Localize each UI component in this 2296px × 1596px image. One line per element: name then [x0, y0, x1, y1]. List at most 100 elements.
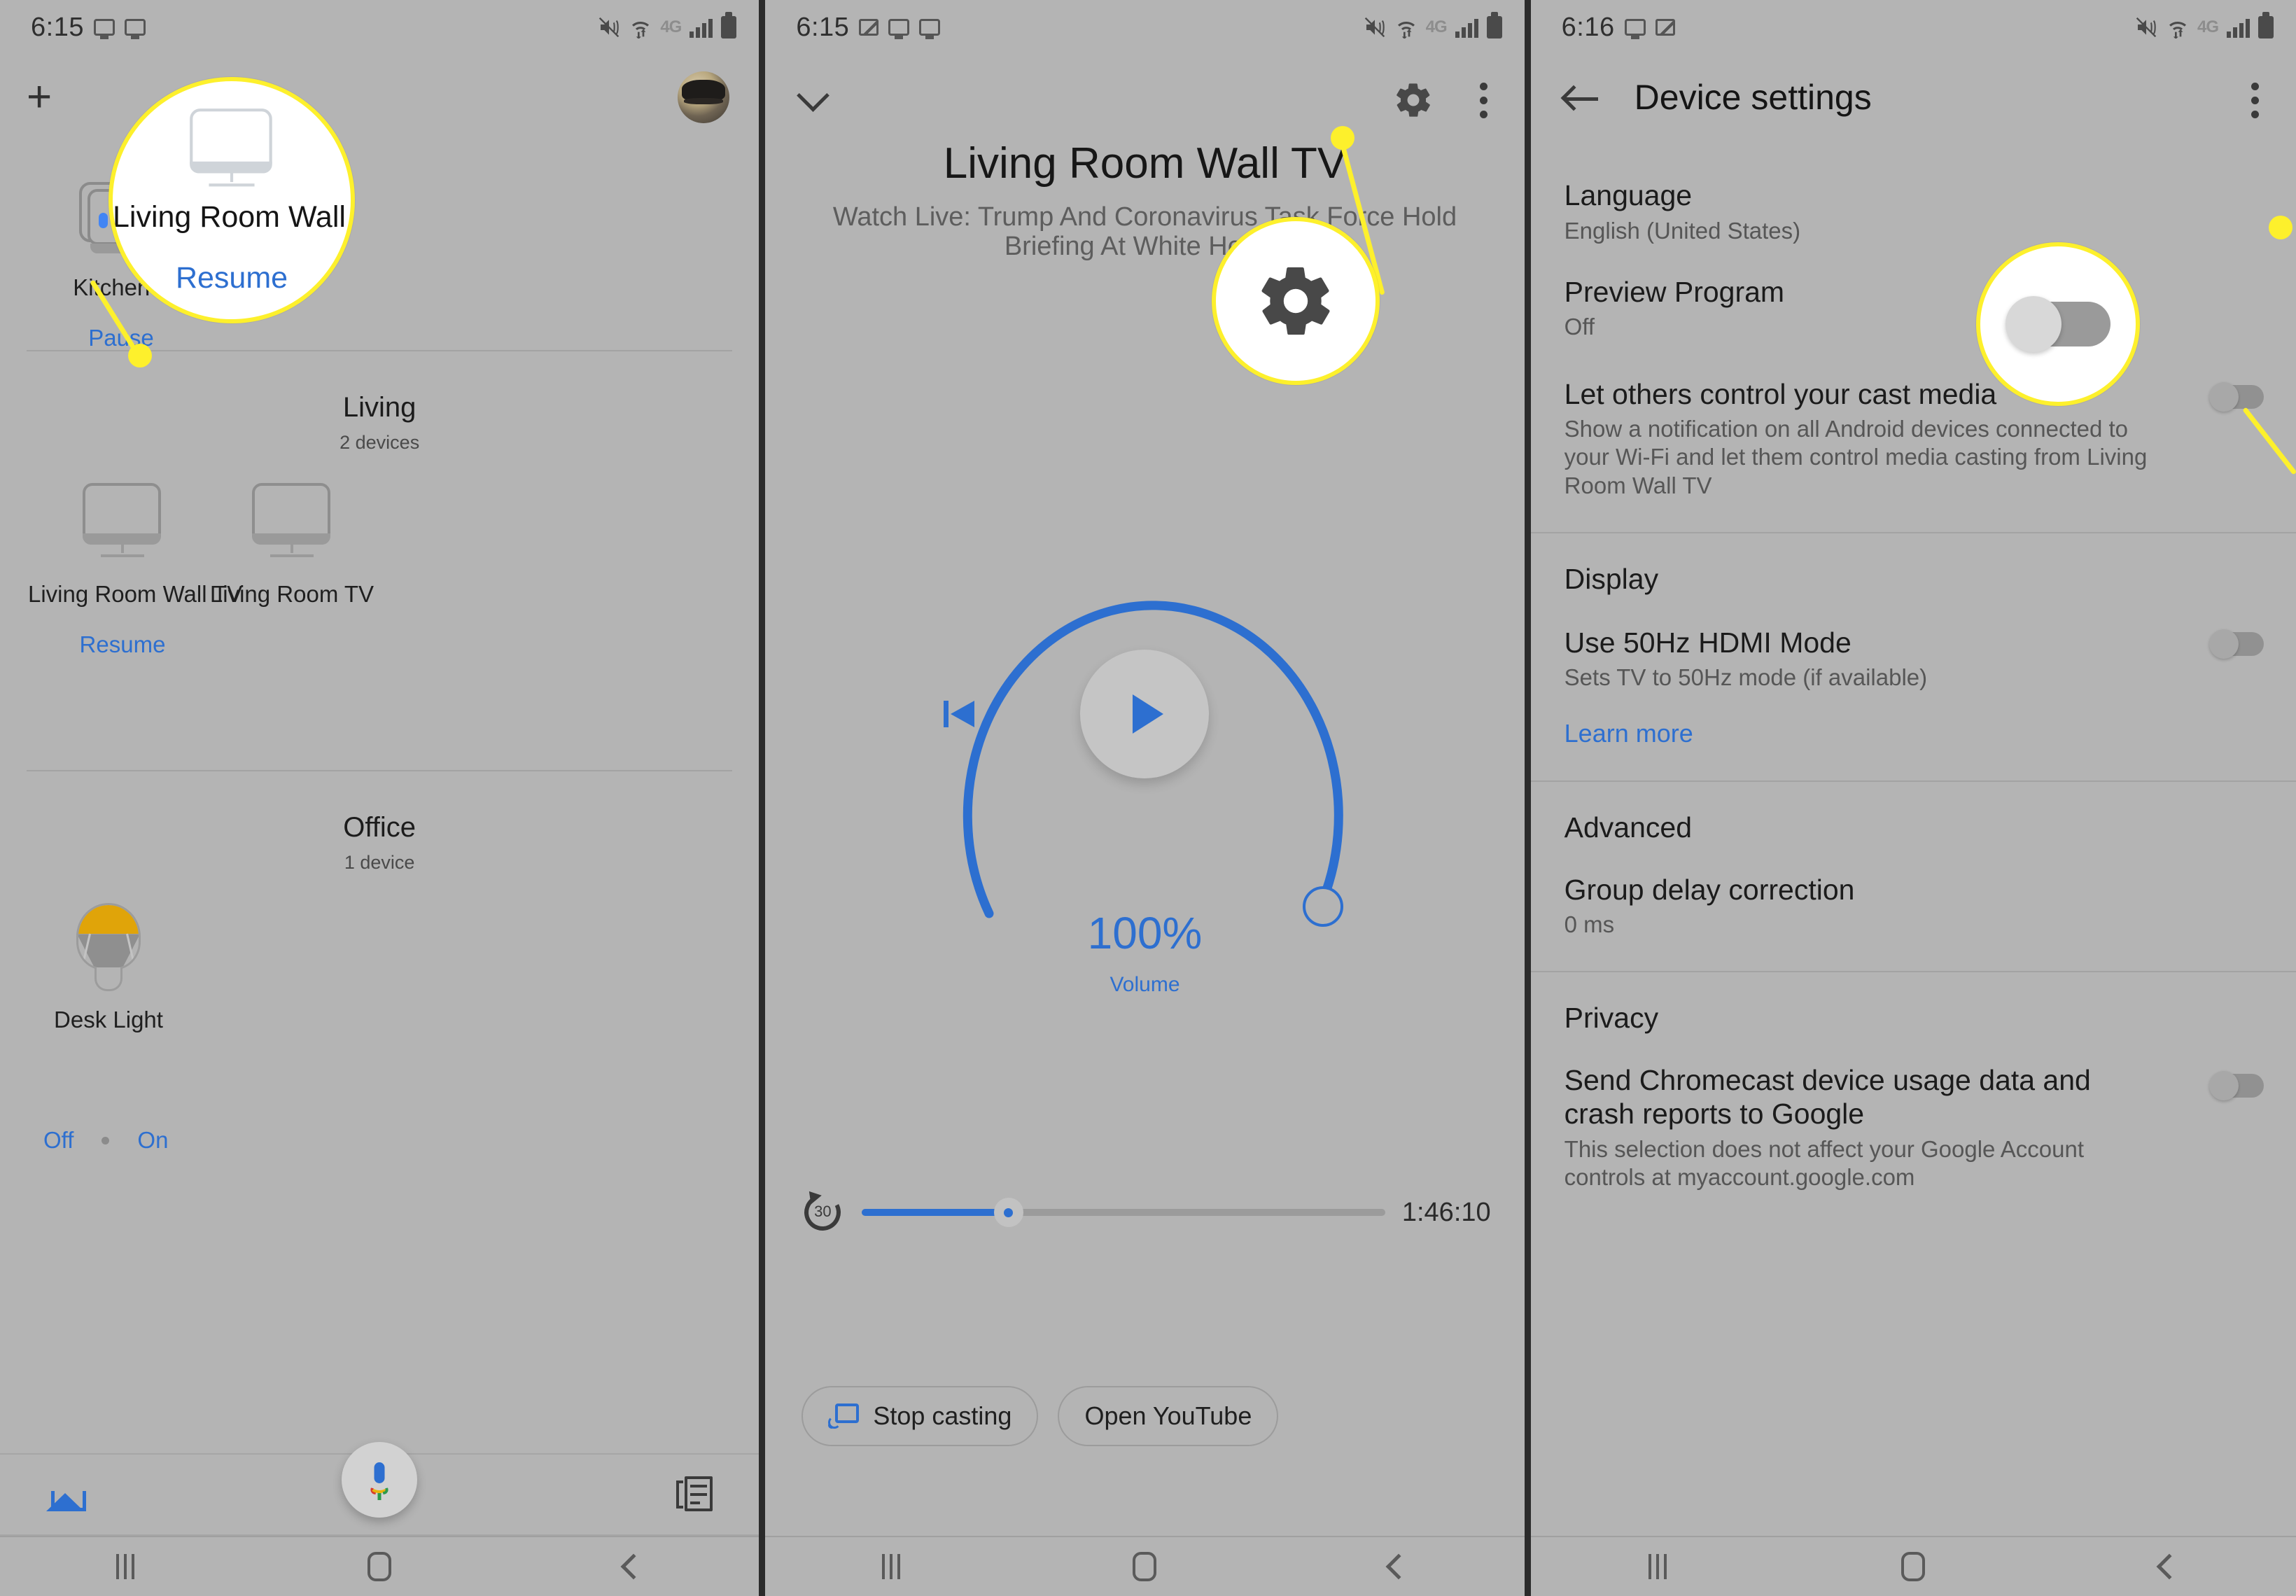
setting-value: English (United States) [1564, 217, 1801, 244]
open-youtube-button[interactable]: Open YouTube [1058, 1386, 1279, 1446]
device-card-desk-light[interactable]: Desk Light [28, 903, 189, 1033]
page-title: Device settings [1634, 78, 1872, 117]
back-button[interactable] [2156, 1553, 2183, 1580]
seek-thumb[interactable] [993, 1198, 1023, 1227]
recents-button[interactable] [881, 1554, 900, 1579]
section-header-advanced: Advanced [1564, 811, 1693, 844]
network-type-label: 4G [660, 18, 682, 36]
setting-row-send-usage-data[interactable]: Send Chromecast device usage data and cr… [1531, 1035, 2296, 1191]
settings-section-display: Display Use 50Hz HDMI Mode Sets TV to 50… [1531, 533, 2296, 780]
avatar[interactable] [678, 71, 730, 123]
vibrate-off-icon [599, 17, 620, 38]
toggle-50hz-hdmi[interactable] [2208, 629, 2264, 659]
device-label: Living Room Wall TV [28, 581, 243, 607]
group-subtitle: 1 device [344, 852, 415, 873]
callout-bubble-toggle [1975, 242, 2140, 406]
home-button[interactable] [1133, 1552, 1157, 1581]
home-button[interactable] [1901, 1552, 1926, 1581]
toggle-send-usage-data[interactable] [2208, 1071, 2264, 1101]
cast-device-title: Living Room Wall TV [943, 139, 1347, 188]
light-state-dot [102, 1136, 110, 1144]
volume-label: Volume [1110, 973, 1180, 996]
toggle-let-others-control[interactable] [2208, 382, 2264, 412]
recents-button[interactable] [1648, 1554, 1667, 1579]
setting-value: 0 ms [1564, 911, 1615, 938]
device-label: Desk Light [54, 1007, 163, 1032]
feed-icon[interactable] [676, 1476, 713, 1513]
light-on-button[interactable]: On [137, 1127, 168, 1154]
back-button[interactable] [1385, 1553, 1412, 1580]
recents-button[interactable] [116, 1554, 135, 1579]
battery-icon [2258, 16, 2274, 38]
vibrate-off-icon [2136, 17, 2157, 38]
settings-section-general: Language English (United States) Preview… [1531, 175, 2296, 532]
status-time: 6:15 [31, 12, 84, 42]
setting-row-50hz-hdmi[interactable]: Use 50Hz HDMI Mode Sets TV to 50Hz mode … [1531, 596, 2296, 780]
play-icon [1133, 694, 1164, 734]
section-header-display: Display [1564, 562, 1659, 595]
setting-row-preview-program[interactable]: Preview Program Off [1531, 245, 2296, 342]
battery-icon [1486, 16, 1502, 38]
seek-track[interactable] [862, 1198, 1385, 1227]
play-button[interactable] [1080, 650, 1210, 778]
screenshot-icon [859, 19, 879, 36]
rewind-seconds-label: 30 [814, 1203, 832, 1220]
open-youtube-label: Open YouTube [1084, 1401, 1252, 1430]
device-card-living-room-tv[interactable]: Living Room TV [197, 483, 386, 608]
callout-bubble-gear [1212, 217, 1380, 385]
device-card-living-room-wall-tv[interactable]: Living Room Wall TV Resume [28, 483, 243, 658]
device-action-resume[interactable]: Resume [28, 631, 217, 658]
setting-row-language[interactable]: Language English (United States) [1531, 175, 2296, 245]
skip-previous-icon[interactable] [944, 695, 981, 733]
settings-section-advanced: Advanced Group delay correction 0 ms [1531, 782, 2296, 972]
cast-tv-icon [184, 108, 280, 194]
light-bulb-icon [70, 903, 147, 991]
vibrate-off-icon [1364, 17, 1385, 38]
chevron-down-icon[interactable] [799, 83, 827, 111]
kebab-menu-icon[interactable] [2250, 83, 2260, 125]
group-title-living-room: Living [342, 392, 416, 423]
setting-description: Show a notification on all Android devic… [1564, 416, 2148, 498]
status-time: 6:16 [1561, 12, 1615, 42]
system-navigation-bar [1530, 1536, 2296, 1596]
toggle-switch-off-icon [2005, 296, 2110, 352]
group-title-office: Office [343, 812, 416, 843]
panel-device-settings: 6:16 4G Device settings Language English… [1530, 0, 2296, 1596]
add-device-button[interactable]: + [27, 76, 52, 119]
learn-more-link[interactable]: Learn more [1564, 719, 2191, 748]
gear-icon [1261, 267, 1330, 335]
google-assistant-mic-icon[interactable] [342, 1442, 418, 1518]
light-off-button[interactable]: Off [43, 1127, 74, 1154]
status-bar: 6:16 4G [1531, 0, 2296, 55]
stop-casting-button[interactable]: Stop casting [802, 1386, 1039, 1446]
stop-casting-label: Stop casting [873, 1401, 1012, 1430]
group-subtitle: 2 devices [340, 432, 420, 453]
divider [27, 770, 733, 771]
volume-dial[interactable]: 100% Volume [765, 483, 1524, 996]
kebab-menu-icon[interactable] [1479, 83, 1488, 125]
home-icon[interactable] [46, 1478, 86, 1511]
setting-row-group-delay[interactable]: Group delay correction 0 ms [1531, 844, 2296, 972]
setting-title: Language [1564, 179, 1693, 211]
cast-monitor-icon [93, 19, 115, 36]
callout-device-name: Living Room Wall TV [113, 200, 351, 234]
section-header-privacy: Privacy [1564, 1002, 1659, 1035]
cast-tv-icon [77, 483, 168, 564]
signal-bars-icon [1455, 17, 1478, 38]
panel-google-home: 6:15 4G + Kitchen d Pause Living 2 devic… [0, 0, 766, 1596]
setting-row-let-others-control[interactable]: Let others control your cast media Show … [1531, 342, 2296, 532]
back-arrow-icon[interactable] [1560, 81, 1601, 116]
cast-icon [828, 1404, 860, 1429]
signal-bars-icon [2226, 17, 2250, 38]
volume-value: 100% [1087, 908, 1203, 958]
light-toggle-group[interactable]: Off On [43, 1127, 168, 1154]
cast-monitor-icon [1624, 19, 1646, 36]
back-button[interactable] [620, 1553, 647, 1580]
home-button[interactable] [368, 1552, 392, 1581]
seek-bar-row[interactable]: 30 1:46:10 [799, 1186, 1491, 1236]
now-playing-subtitle: Watch Live: Trump And Coronavirus Task F… [832, 202, 1457, 261]
gear-icon[interactable] [1393, 80, 1434, 120]
rewind-30-icon[interactable]: 30 [799, 1186, 846, 1236]
cast-monitor-icon [124, 19, 146, 36]
callout-target-dot [2268, 216, 2292, 239]
